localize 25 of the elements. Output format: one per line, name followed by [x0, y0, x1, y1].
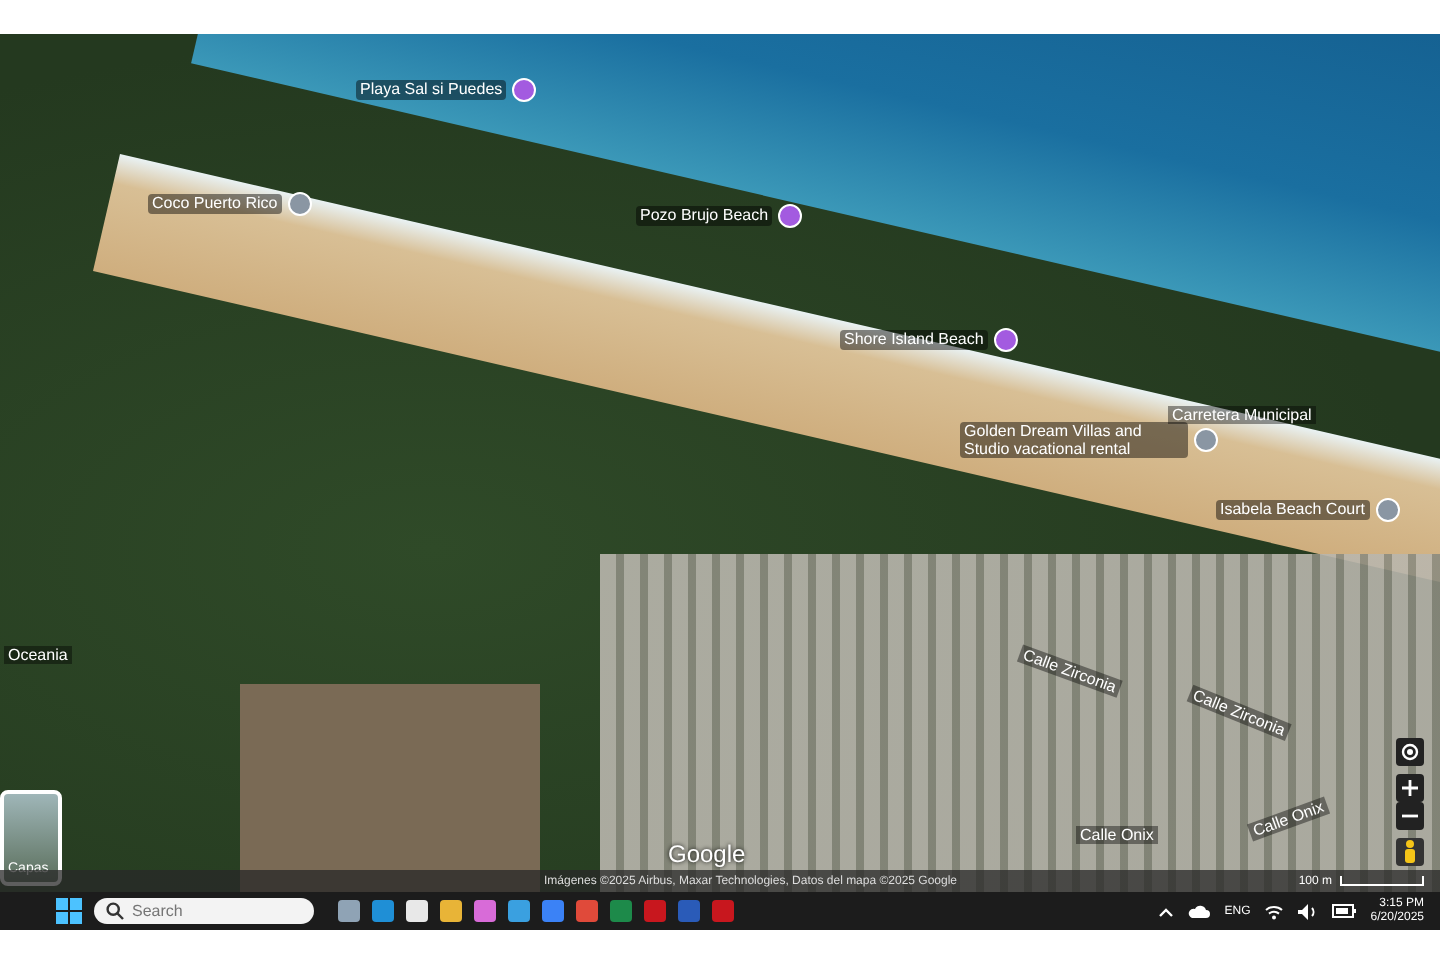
map-logo: Google [668, 840, 746, 868]
place-label[interactable]: Playa Sal si Puedes [356, 80, 507, 100]
place-label[interactable]: Pozo Brujo Beach [636, 206, 773, 226]
plus-icon [1402, 780, 1418, 796]
street-label: Carretera Municipal [1168, 406, 1316, 424]
street-label: Calle Onix [1076, 826, 1158, 844]
place-label[interactable]: Isabela Beach Court [1216, 500, 1369, 520]
zoom-in-button[interactable] [1396, 774, 1424, 802]
chevron-up-icon[interactable] [1158, 905, 1175, 917]
battery-icon[interactable] [1332, 904, 1357, 918]
place-label[interactable]: Golden Dream Villas and Studio vacational rental [960, 422, 1188, 459]
person-icon [1402, 840, 1418, 864]
windows-start-icon[interactable] [56, 898, 82, 924]
volume-icon[interactable] [1298, 903, 1319, 919]
location-button[interactable] [1396, 738, 1424, 766]
place-label[interactable]: Coco Puerto Rico [148, 194, 282, 214]
place-label[interactable]: Shore Island Beach [840, 330, 988, 350]
scale-bar [1340, 876, 1424, 886]
wifi-icon[interactable] [1264, 903, 1285, 919]
target-icon [1400, 742, 1420, 762]
zoom-out-button[interactable] [1396, 802, 1424, 830]
cloud-icon[interactable] [1188, 904, 1211, 918]
street-label: Oceania [4, 646, 72, 664]
pegman-button[interactable] [1396, 838, 1424, 866]
taskbar-search-field[interactable]: Search [94, 898, 314, 924]
